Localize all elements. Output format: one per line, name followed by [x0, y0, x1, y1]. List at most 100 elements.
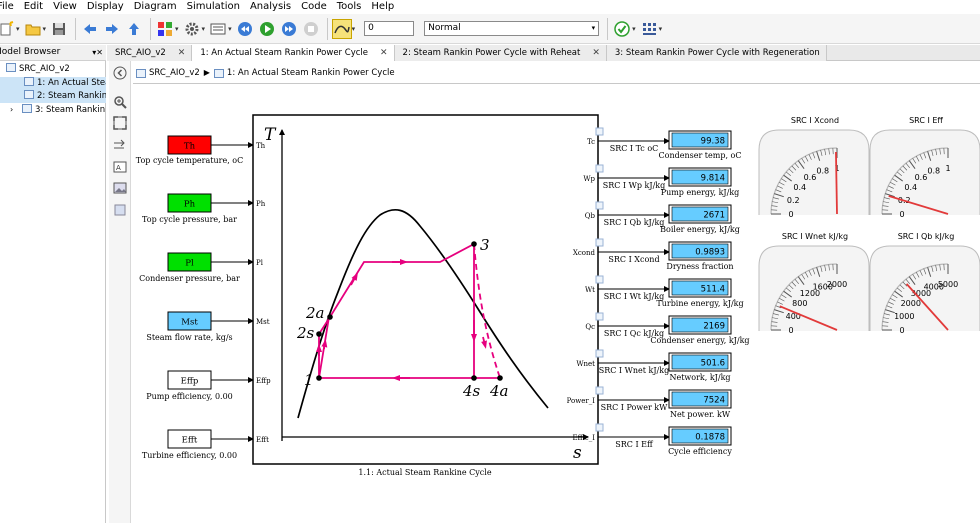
- menu-display[interactable]: Display: [82, 0, 129, 13]
- area-icon[interactable]: [113, 203, 127, 217]
- gauge-title: SRC I Wnet kJ/kg: [782, 232, 848, 241]
- display-value: 2671: [703, 211, 725, 221]
- forward-icon[interactable]: [102, 19, 122, 39]
- tree-item-subsystem-3[interactable]: › 3: Steam Rankin Pe: [0, 103, 106, 116]
- image-icon[interactable]: [113, 181, 127, 195]
- tree-item-subsystem-1[interactable]: 1: An Actual Steam: [0, 77, 106, 90]
- port-label: Efft: [256, 436, 269, 444]
- tree-item-subsystem-2[interactable]: 2: Steam Rankin Pe: [0, 90, 106, 103]
- menu-edit[interactable]: Edit: [19, 0, 48, 13]
- fit-view-icon[interactable]: [113, 116, 127, 130]
- signal-marker-icon: [595, 164, 604, 173]
- chevron-down-icon[interactable]: ▾: [16, 25, 20, 33]
- up-icon[interactable]: [124, 19, 144, 39]
- chevron-down-icon[interactable]: ▾: [632, 25, 636, 33]
- input-block-label: Efft: [182, 436, 198, 446]
- hide-browser-icon[interactable]: [113, 66, 127, 80]
- display-block[interactable]: 2169: [668, 315, 732, 335]
- output-row: SRC I Qb kJ/kg 2671 Boiler energy, kJ/kg: [595, 201, 740, 234]
- input-block-mst[interactable]: Mst: [167, 311, 212, 331]
- annotation-icon[interactable]: A: [113, 160, 127, 174]
- toolbar: ▾ ▾ ▾ ▾ ▾ ▾ 0 Normal ▾ ▾ ▾: [0, 14, 980, 44]
- library-browser-icon[interactable]: [155, 19, 175, 39]
- signal-label: SRC I Wp kJ/kg: [603, 181, 665, 190]
- expand-icon[interactable]: ›: [10, 103, 22, 116]
- display-block[interactable]: 0.1878: [668, 426, 732, 446]
- tab-reheat[interactable]: 2: Steam Rankin Power Cycle with Reheat ✕: [394, 45, 607, 61]
- close-icon[interactable]: ✕: [592, 46, 600, 61]
- gauge[interactable]: SRC I Xcond00.20.40.60.81: [758, 116, 870, 219]
- open-icon[interactable]: [23, 19, 43, 39]
- input-caption: Top cycle temperature, oC: [136, 156, 243, 165]
- menu-help[interactable]: Help: [366, 0, 399, 13]
- tab-regeneration[interactable]: 3: Steam Rankin Power Cycle with Regener…: [606, 45, 827, 61]
- menu-tools[interactable]: Tools: [332, 0, 367, 13]
- tab-label: 2: Steam Rankin Power Cycle with Reheat: [402, 47, 581, 58]
- input-block-th[interactable]: Th: [167, 135, 212, 155]
- menu-analysis[interactable]: Analysis: [245, 0, 296, 13]
- stop-icon[interactable]: [301, 19, 321, 39]
- tab-actual-steam-rankin[interactable]: 1: An Actual Steam Rankin Power Cycle ✕: [192, 45, 395, 61]
- chevron-down-icon[interactable]: ▾: [43, 25, 47, 33]
- breadcrumb-root[interactable]: SRC_AIO_v2: [149, 63, 200, 83]
- zoom-icon[interactable]: [113, 95, 127, 109]
- tab-model-root[interactable]: SRC_AIO_v2 ✕: [107, 45, 193, 61]
- signal-arrow-icon[interactable]: [113, 138, 127, 152]
- model-browser-title: Model Browser: [0, 47, 61, 57]
- breadcrumb-current[interactable]: 1: An Actual Steam Rankin Power Cycle: [227, 63, 395, 83]
- port-label: Ph: [256, 200, 266, 208]
- signal-label: SRC I Power kW: [601, 403, 669, 412]
- run-icon[interactable]: [257, 19, 277, 39]
- input-block-ph[interactable]: Ph: [167, 193, 212, 213]
- save-icon[interactable]: [49, 19, 69, 39]
- display-block[interactable]: 99.38: [668, 130, 732, 150]
- model-settings-icon[interactable]: [182, 19, 202, 39]
- display-block[interactable]: 0.9893: [668, 241, 732, 261]
- new-model-icon[interactable]: [0, 19, 16, 39]
- model-explorer-icon[interactable]: [208, 19, 228, 39]
- display-block[interactable]: 2671: [668, 204, 732, 224]
- panel-menu-icon[interactable]: ▾✕: [92, 45, 103, 60]
- display-block[interactable]: 501.6: [668, 352, 732, 372]
- grid-icon[interactable]: [639, 19, 659, 39]
- menu-file[interactable]: File: [0, 0, 19, 13]
- scope-icon[interactable]: [331, 18, 352, 39]
- simulation-mode-select[interactable]: Normal ▾: [424, 21, 600, 36]
- chevron-down-icon[interactable]: ▾: [202, 25, 206, 33]
- point-label-2a: 2a: [305, 304, 325, 322]
- menu-diagram[interactable]: Diagram: [129, 0, 182, 13]
- chevron-down-icon[interactable]: ▾: [228, 25, 232, 33]
- back-icon[interactable]: [80, 19, 100, 39]
- gauge-tick-label: 0: [788, 326, 793, 335]
- chevron-down-icon[interactable]: ▾: [659, 25, 663, 33]
- output-row: SRC I Tc oC 99.38 Condenser temp, oC: [595, 127, 741, 160]
- display-caption: Pump energy, kJ/kg: [661, 188, 740, 197]
- tree-item-root[interactable]: SRC_AIO_v2: [0, 63, 106, 76]
- chevron-down-icon[interactable]: ▾: [175, 25, 179, 33]
- chevron-down-icon[interactable]: ▾: [352, 25, 356, 33]
- check-icon[interactable]: [612, 19, 632, 39]
- display-block[interactable]: 511.4: [668, 278, 732, 298]
- gauge[interactable]: SRC I Eff00.20.40.60.81: [869, 116, 980, 219]
- toolbar-divider: [150, 17, 152, 40]
- display-caption: Net power. kW: [670, 410, 731, 419]
- gauge[interactable]: SRC I Wnet kJ/kg0400800120016002000: [758, 232, 870, 335]
- subsystem-block[interactable]: Th Ph Pl Mst Effp Efft Tc Wp Qb Xcond Wt…: [252, 114, 599, 465]
- signal-marker-icon: [595, 275, 604, 284]
- close-icon[interactable]: ✕: [178, 46, 186, 61]
- gauge[interactable]: SRC I Qb kJ/kg010002000300040005000: [869, 232, 980, 335]
- close-icon[interactable]: ✕: [380, 46, 388, 61]
- stop-time-input[interactable]: 0: [364, 21, 415, 36]
- display-block[interactable]: 7524: [668, 389, 732, 409]
- step-forward-icon[interactable]: [279, 19, 299, 39]
- gauge-tick-label: 0.4: [793, 183, 806, 192]
- step-back-icon[interactable]: [235, 19, 255, 39]
- display-block[interactable]: 9.814: [668, 167, 732, 187]
- subsystem-icon: [22, 104, 32, 113]
- menu-view[interactable]: View: [48, 0, 82, 13]
- input-block-effp[interactable]: Effp: [167, 370, 212, 390]
- input-block-efft[interactable]: Efft: [167, 429, 212, 449]
- input-block-pl[interactable]: Pl: [167, 252, 212, 272]
- menu-code[interactable]: Code: [296, 0, 332, 13]
- menu-simulation[interactable]: Simulation: [182, 0, 245, 13]
